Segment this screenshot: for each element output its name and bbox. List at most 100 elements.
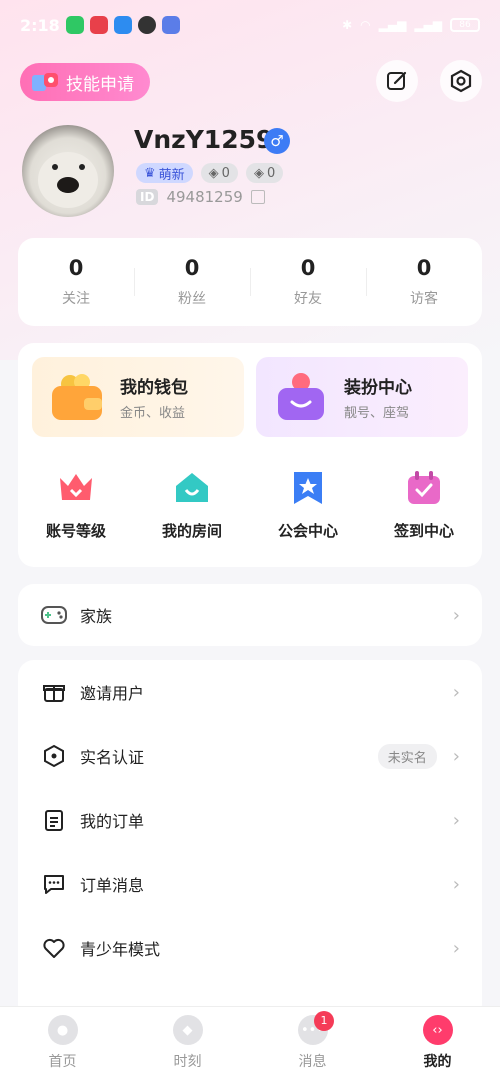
- newbie-badge-label: 萌新: [158, 167, 185, 183]
- nav-label: 我的: [423, 1054, 452, 1070]
- account-level-label: 账号等级: [45, 522, 106, 540]
- signal-icon: ▂▄▆: [378, 18, 407, 32]
- wallet-title: 我的钱包: [120, 378, 188, 398]
- signal-icon-2: ▂▄▆: [414, 18, 442, 32]
- stat-value: 0: [184, 256, 200, 280]
- level-badge-wealth[interactable]: ◈ 0: [200, 163, 238, 183]
- bluetooth-icon: ✱: [342, 18, 353, 32]
- chat-icon: [40, 870, 68, 898]
- app-notification-icon: [90, 16, 108, 34]
- check-in-entry[interactable]: 签到中心: [366, 468, 482, 541]
- nav-messages[interactable]: ••• 1 消息: [250, 1007, 375, 1080]
- stat-friends[interactable]: 0 好友: [250, 238, 366, 326]
- heart-icon: [40, 934, 68, 962]
- avatar-image: [38, 152, 98, 208]
- nav-mine[interactable]: ‹› 我的: [375, 1007, 500, 1080]
- stat-label: 关注: [62, 291, 90, 307]
- male-gender-icon: ♂: [264, 128, 290, 154]
- stats-card: 0 关注 0 粉丝 0 好友 0 访客: [18, 238, 482, 326]
- user-badges: ♛ 萌新 ◈ 0 ◈ 0: [136, 163, 284, 183]
- stat-following[interactable]: 0 关注: [18, 238, 134, 326]
- unverified-status-badge: 未实名: [377, 743, 437, 769]
- edit-icon: [387, 71, 407, 90]
- menu-label: 我的订单: [80, 812, 145, 831]
- wallet-entry[interactable]: 我的钱包 金币、收益: [32, 357, 244, 437]
- quick-actions: 账号等级 我的房间 公会中心 签到中心: [18, 468, 482, 541]
- crown-level-icon: [56, 468, 96, 508]
- username: VnzY1259: [134, 125, 274, 154]
- wealth-level: 0: [221, 165, 230, 181]
- user-id-value: 49481259: [166, 188, 243, 206]
- gift-icon: [40, 678, 68, 706]
- menu-label: 实名认证: [80, 748, 145, 767]
- qq-icon: [138, 16, 156, 34]
- microphone-gamepad-icon: [30, 69, 60, 95]
- skill-apply-button[interactable]: 技能申请: [20, 63, 150, 101]
- wealth-icon: ◈: [208, 165, 219, 181]
- status-time: 2:18: [20, 15, 60, 35]
- edit-profile-button[interactable]: [376, 60, 418, 102]
- stat-label: 粉丝: [178, 291, 206, 307]
- user-id-row: ID 49481259: [136, 188, 265, 206]
- menu-label: 青少年模式: [80, 940, 161, 959]
- chevron-right-icon: ›: [452, 745, 460, 767]
- gear-icon: [450, 69, 472, 93]
- menu-real-name-auth[interactable]: 实名认证 未实名 ›: [18, 724, 482, 788]
- gamepad-icon: ●: [47, 1015, 78, 1045]
- compass-icon: ◆: [172, 1015, 203, 1045]
- crown-icon: ♛: [144, 165, 156, 181]
- menu-label: 邀请用户: [80, 684, 145, 703]
- menu-invite-users[interactable]: 邀请用户 ›: [18, 660, 482, 724]
- newbie-badge[interactable]: ♛ 萌新: [136, 163, 193, 183]
- shopping-bag-icon: [272, 370, 330, 424]
- family-label: 家族: [80, 607, 113, 626]
- chevron-right-icon: ›: [452, 937, 460, 959]
- stat-label: 访客: [410, 291, 438, 307]
- nav-label: 消息: [298, 1054, 327, 1070]
- menu-label: 订单消息: [80, 876, 145, 895]
- dress-center-subtitle: 靓号、座驾: [344, 406, 410, 421]
- skill-apply-label: 技能申请: [66, 74, 134, 95]
- gamepad-icon: [40, 601, 68, 629]
- guild-center-label: 公会中心: [277, 522, 338, 540]
- bottom-navigation: ● 首页 ◆ 时刻 ••• 1 消息 ‹› 我的: [0, 1006, 500, 1080]
- stat-visitors[interactable]: 0 访客: [366, 238, 482, 326]
- nav-home[interactable]: ● 首页: [0, 1007, 125, 1080]
- check-in-label: 签到中心: [393, 522, 454, 540]
- copy-icon[interactable]: [250, 190, 265, 204]
- profile-face-icon: ‹›: [422, 1015, 453, 1045]
- dress-center-title: 装扮中心: [344, 378, 412, 398]
- menu-my-orders[interactable]: 我的订单 ›: [18, 788, 482, 852]
- nav-label: 时刻: [173, 1054, 202, 1070]
- stat-fans[interactable]: 0 粉丝: [134, 238, 250, 326]
- stat-value: 0: [68, 256, 84, 280]
- app-store-icon: [162, 16, 180, 34]
- stat-label: 好友: [294, 291, 322, 307]
- chevron-right-icon: ›: [452, 873, 460, 895]
- dress-center-entry[interactable]: 装扮中心 靓号、座驾: [256, 357, 468, 437]
- chevron-right-icon: ›: [452, 681, 460, 703]
- house-icon: [172, 468, 212, 508]
- wallet-icon: [48, 370, 106, 424]
- chevron-right-icon: ›: [452, 604, 460, 626]
- nav-moments[interactable]: ◆ 时刻: [125, 1007, 250, 1080]
- flag-star-icon: [288, 468, 328, 508]
- menu-teen-mode[interactable]: 青少年模式 ›: [18, 916, 482, 980]
- level-badge-charm[interactable]: ◈ 0: [245, 163, 284, 183]
- calendar-check-icon: [404, 468, 444, 508]
- menu-order-messages[interactable]: 订单消息 ›: [18, 852, 482, 916]
- my-room-entry[interactable]: 我的房间: [134, 468, 250, 541]
- wallet-subtitle: 金币、收益: [120, 406, 186, 421]
- shield-icon: [40, 742, 68, 770]
- message-app-icon: [114, 16, 132, 34]
- wifi-icon: ◠: [360, 18, 371, 32]
- battery-icon: 86: [450, 18, 480, 32]
- status-system-icons: ✱ ◠ ▂▄▆ ▂▄▆ 86: [342, 18, 480, 32]
- family-entry[interactable]: 家族 ›: [18, 584, 482, 646]
- settings-button[interactable]: [440, 60, 482, 102]
- chevron-right-icon: ›: [452, 809, 460, 831]
- account-level-entry[interactable]: 账号等级: [18, 468, 134, 541]
- guild-center-entry[interactable]: 公会中心: [250, 468, 366, 541]
- status-notification-icons: [66, 16, 180, 34]
- avatar[interactable]: [22, 125, 114, 217]
